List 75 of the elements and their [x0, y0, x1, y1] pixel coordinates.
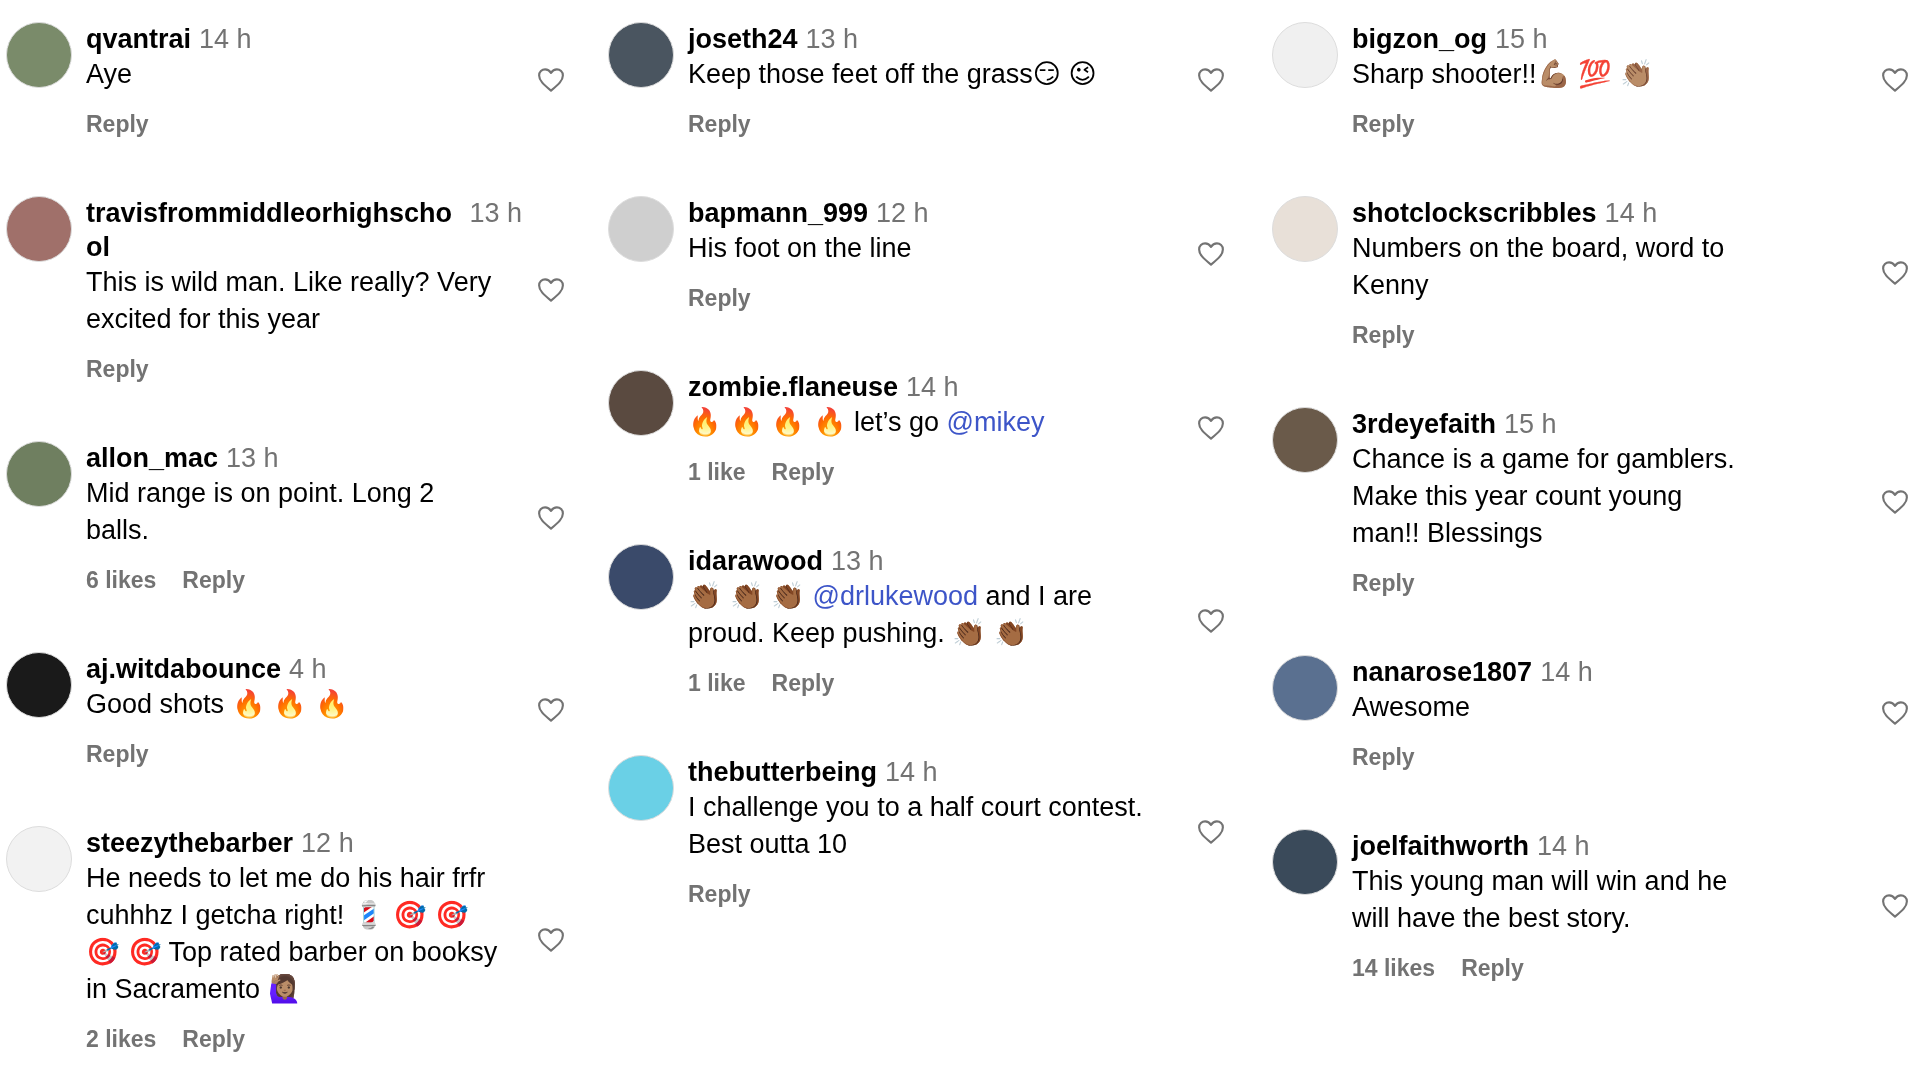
heart-icon[interactable]: [1196, 239, 1226, 269]
timestamp: 14 h: [1537, 830, 1590, 863]
reply-link[interactable]: Reply: [86, 111, 149, 138]
username[interactable]: bapmann_999: [688, 196, 869, 230]
timestamp: 14 h: [1540, 656, 1593, 689]
reply-link[interactable]: Reply: [688, 881, 751, 908]
reply-link[interactable]: Reply: [771, 459, 835, 486]
username[interactable]: allon_mac: [86, 441, 219, 475]
username[interactable]: nanarose1807: [1352, 655, 1533, 689]
username[interactable]: steezythebarber: [86, 826, 294, 860]
reply-link[interactable]: Reply: [688, 285, 751, 312]
mention-link[interactable]: @drlukewood: [812, 581, 978, 611]
username[interactable]: bigzon_og: [1352, 22, 1487, 56]
reply-link[interactable]: Reply: [1352, 322, 1415, 349]
likes-count[interactable]: 6 likes: [86, 567, 157, 594]
username[interactable]: thebutterbeing: [688, 755, 877, 789]
timestamp: 14 h: [885, 756, 938, 789]
likes-count[interactable]: 1 like: [688, 670, 746, 697]
comment-text: 🔥 🔥 🔥 🔥 let’s go @mikey: [688, 406, 1046, 439]
comment-text: Keep those feet off the grass😏 😉: [688, 58, 1098, 91]
heart-icon[interactable]: [536, 695, 566, 725]
comment-text: I challenge you to a half court contest. Best outta 10: [688, 791, 1144, 861]
reply-link[interactable]: Reply: [1352, 111, 1415, 138]
heart-icon[interactable]: [1880, 65, 1910, 95]
reply-link[interactable]: Reply: [771, 670, 835, 697]
timestamp: 12 h: [876, 197, 929, 230]
timestamp: 13 h: [831, 545, 884, 578]
username[interactable]: aj.witdabounce: [86, 652, 282, 686]
comment-text: Chance is a game for gamblers. Make this year count young man!! Blessings: [1352, 443, 1736, 550]
heart-icon[interactable]: [1880, 487, 1910, 517]
timestamp: 13 h: [805, 23, 859, 56]
timestamp: 15 h: [1495, 23, 1548, 56]
comment-text: Aye: [86, 58, 134, 91]
heart-icon[interactable]: [1880, 698, 1910, 728]
reply-link[interactable]: Reply: [86, 741, 149, 768]
reply-link[interactable]: Reply: [182, 1026, 245, 1053]
reply-link[interactable]: Reply: [86, 356, 149, 383]
mention-link[interactable]: @mikey: [946, 407, 1045, 437]
likes-count[interactable]: 14 likes: [1352, 955, 1436, 982]
comment-text: Awesome: [1352, 691, 1472, 724]
reply-link[interactable]: Reply: [688, 111, 751, 138]
username[interactable]: joseth24: [688, 22, 798, 56]
reply-link[interactable]: Reply: [1352, 570, 1415, 597]
heart-icon[interactable]: [1196, 413, 1226, 443]
timestamp: 14 h: [1604, 197, 1658, 230]
timestamp: 15 h: [1504, 408, 1557, 441]
comment-text: Mid range is on point. Long 2 balls.: [86, 477, 436, 547]
username[interactable]: zombie.flaneuse: [688, 370, 899, 404]
username[interactable]: travisfrommiddleorhighschool: [86, 196, 462, 264]
comment-text: This young man will win and he will have the best story.: [1352, 865, 1729, 935]
username[interactable]: 3rdeyefaith: [1352, 407, 1497, 441]
username[interactable]: shotclockscribbles: [1352, 196, 1597, 230]
timestamp: 13 h: [226, 442, 279, 475]
comment-text: Sharp shooter!!💪🏽 💯 👏🏽: [1352, 58, 1655, 91]
username[interactable]: idarawood: [688, 544, 823, 578]
comment-text: This is wild man. Like really? Very excited for this year: [86, 266, 493, 336]
reply-link[interactable]: Reply: [1461, 955, 1524, 982]
comment-text: His foot on the line: [688, 232, 913, 265]
username[interactable]: joelfaithworth: [1352, 829, 1529, 863]
timestamp: 14 h: [199, 23, 252, 56]
reply-link[interactable]: Reply: [1352, 744, 1415, 771]
reply-link[interactable]: Reply: [182, 567, 245, 594]
comment-text: Numbers on the board, word to Kenny: [1352, 232, 1726, 302]
timestamp: 12 h: [301, 827, 354, 860]
username[interactable]: qvantrai: [86, 22, 192, 56]
likes-count[interactable]: 2 likes: [86, 1026, 157, 1053]
comment-text: Good shots 🔥 🔥 🔥: [86, 688, 350, 721]
comment-text: He needs to let me do his hair frfr cuhhhz I getcha right! 💈 🎯 🎯 🎯 🎯 Top rated barber on booksy in Sacramento 🙋🏽‍♀: [86, 862, 499, 1006]
comment-text: 👏🏾 👏🏾 👏🏾 @drlukewood and I are proud. Keep pushing. 👏🏾 👏🏾: [688, 580, 1094, 650]
heart-icon[interactable]: [1196, 65, 1226, 95]
timestamp: 4 h: [289, 653, 327, 686]
likes-count[interactable]: 1 like: [688, 459, 746, 486]
timestamp: 14 h: [906, 371, 959, 404]
heart-icon[interactable]: [536, 65, 566, 95]
timestamp: 13 h: [469, 197, 522, 230]
